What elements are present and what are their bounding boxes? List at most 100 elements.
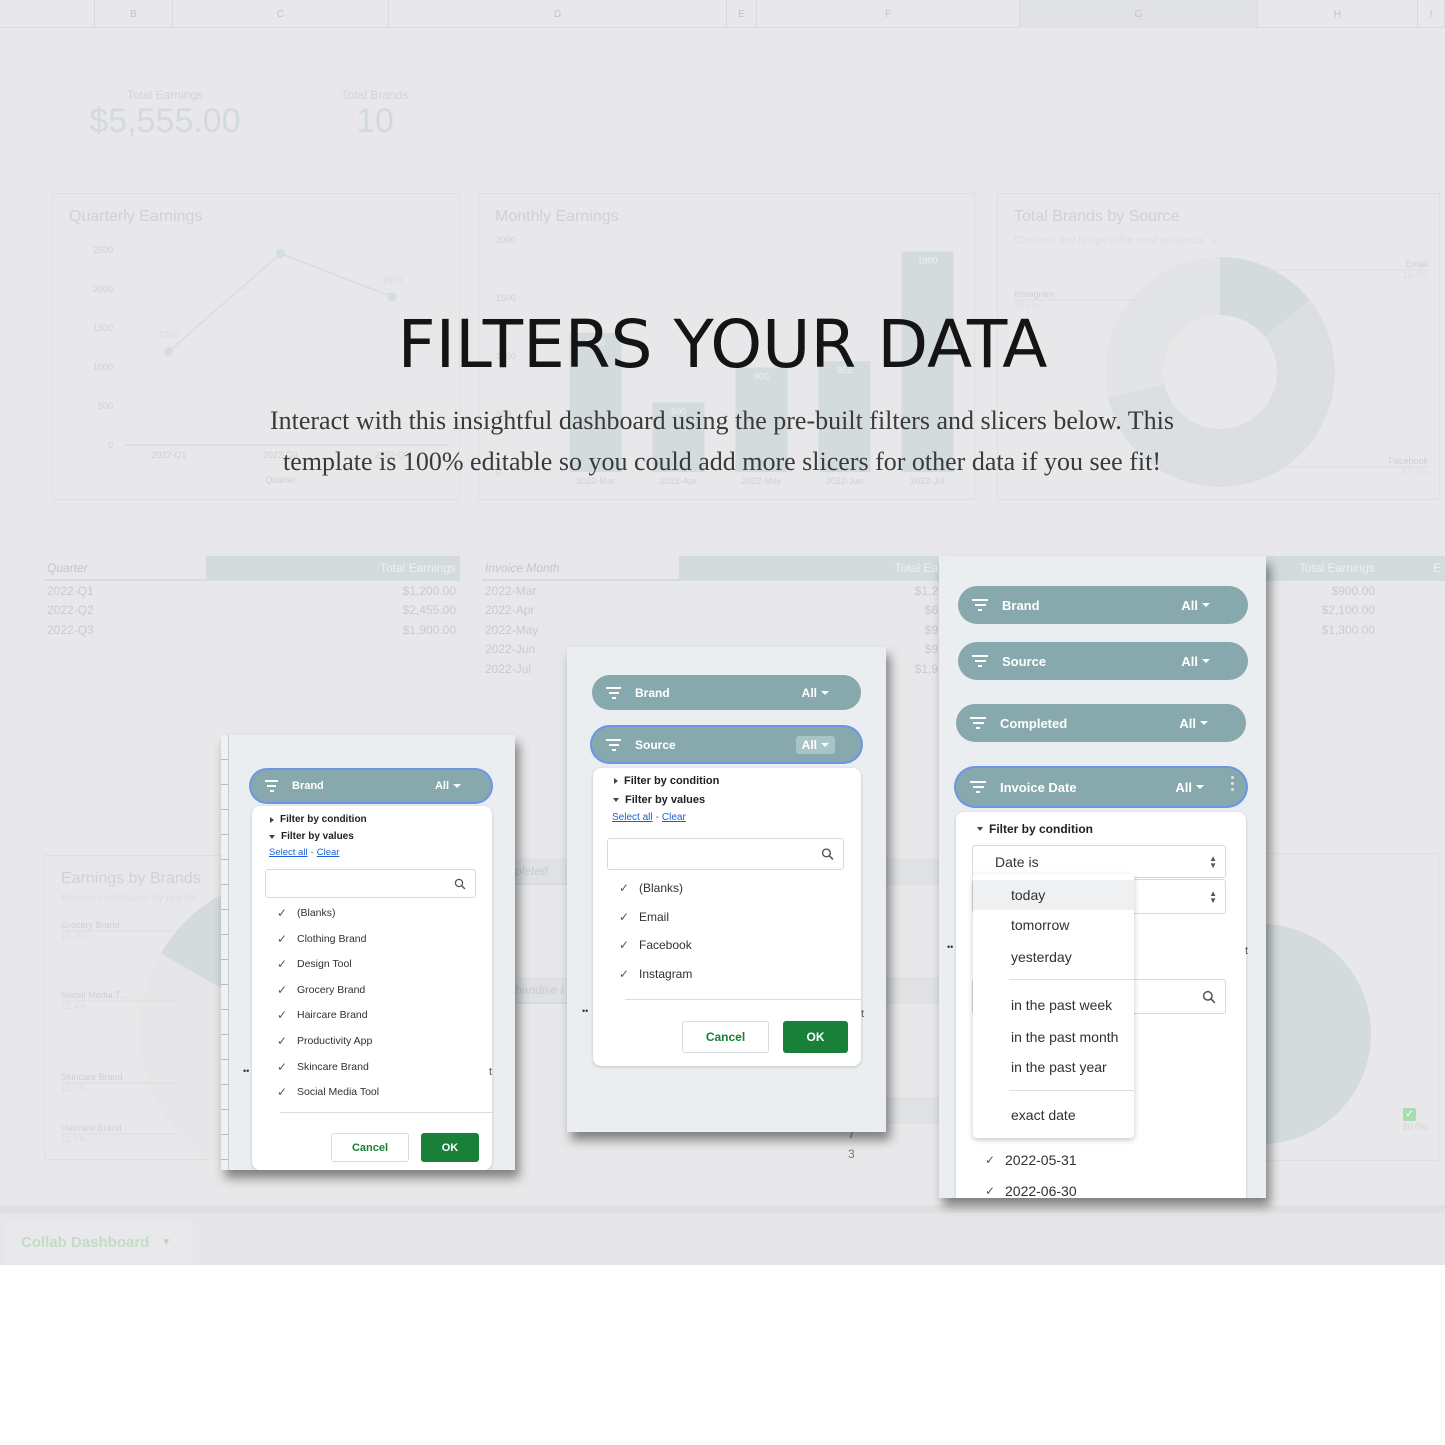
slicer-value-dropdown[interactable]: All <box>796 684 835 702</box>
filter-by-values-toggle[interactable]: Filter by values <box>269 831 354 842</box>
filter-value-item[interactable]: ✓ 2022-05-31 <box>985 1152 1077 1168</box>
header-fragment <box>887 977 939 1004</box>
filter-value-item[interactable]: ✓ Productivity App <box>277 1034 372 1048</box>
filter-value-label: Grocery Brand <box>297 983 366 996</box>
source-slicer[interactable]: Source All <box>592 727 861 762</box>
search-icon <box>821 848 834 860</box>
source-filter-dropdown: Filter by condition Filter by values Sel… <box>593 768 861 1066</box>
condition-option[interactable]: in the past month <box>973 1022 1134 1052</box>
slicer-label: Brand <box>1002 597 1040 613</box>
cancel-button[interactable]: Cancel <box>331 1133 409 1162</box>
kpi-total-earnings: Total Earnings $5,555.00 <box>85 88 245 138</box>
column-header-e[interactable]: E <box>727 0 757 28</box>
column-header-i[interactable]: I <box>1418 0 1445 28</box>
text-fragment: t <box>861 1008 865 1020</box>
cancel-button[interactable]: Cancel <box>682 1021 769 1053</box>
chevron-down-icon[interactable]: ▼ <box>161 1237 171 1248</box>
filter-value-item[interactable]: ✓ Skincare Brand <box>277 1060 369 1074</box>
text-fragment: t <box>489 1066 493 1078</box>
condition-option[interactable]: exact date <box>973 1100 1134 1130</box>
ok-button[interactable]: OK <box>783 1021 848 1053</box>
text-fragment: t <box>1245 945 1249 957</box>
search-input[interactable] <box>607 838 844 870</box>
table-row: 2022-Q2 $2,455.00 <box>44 601 460 621</box>
search-icon <box>454 878 466 889</box>
filter-value-label: (Blanks) <box>297 907 336 919</box>
column-header-f[interactable]: F <box>757 0 1020 28</box>
data-point <box>387 292 397 302</box>
brand-slicer[interactable]: Brand All <box>958 586 1248 624</box>
column-header-h[interactable]: H <box>1258 0 1418 28</box>
resize-handle-icon[interactable]: •• <box>947 942 953 952</box>
filter-icon <box>970 781 986 793</box>
resize-handle-icon[interactable]: •• <box>243 1066 249 1076</box>
brand-slicer[interactable]: Brand All <box>592 675 861 710</box>
clear-link[interactable]: Clear <box>317 847 340 858</box>
ok-button[interactable]: OK <box>421 1133 479 1162</box>
cell-value: 3 <box>848 1147 855 1161</box>
filter-by-condition-toggle[interactable]: Filter by condition <box>270 814 367 825</box>
search-input[interactable] <box>265 869 476 898</box>
checkmark-icon: ✓ <box>619 966 630 981</box>
table-row: 2022-Q1 $1,200.00 <box>44 581 460 601</box>
sheet-tab-collab-dashboard[interactable]: Collab Dashboard ▼ <box>5 1221 193 1263</box>
invoice-date-slicer[interactable]: Invoice Date All <box>956 768 1246 806</box>
source-slicer[interactable]: Source All <box>958 642 1248 680</box>
filter-value-item[interactable]: ✓ Email <box>619 910 669 924</box>
column-header-d[interactable]: D <box>389 0 727 28</box>
select-all-link[interactable]: Select all <box>612 812 653 823</box>
filter-by-condition-toggle[interactable]: Filter by condition <box>977 822 1093 836</box>
filter-value-item[interactable]: ✓ (Blanks) <box>619 881 683 895</box>
condition-option[interactable]: in the past week <box>973 990 1134 1020</box>
intro-text: Interact with this insightful dashboard … <box>269 406 1175 476</box>
slicer-value-dropdown[interactable]: All <box>1175 596 1216 615</box>
filter-value-item[interactable]: ✓ Facebook <box>619 938 692 952</box>
column-header-b[interactable]: B <box>95 0 173 28</box>
checkmark-icon: ✓ <box>277 906 288 920</box>
slicer-value-dropdown[interactable]: All <box>429 778 467 794</box>
filter-by-values-toggle[interactable]: Filter by values <box>613 794 705 806</box>
row-ruler <box>221 735 229 1170</box>
data-point <box>276 249 285 259</box>
slicer-value: All <box>1181 597 1198 613</box>
slicer-value-dropdown[interactable]: All <box>1173 714 1214 733</box>
condition-option[interactable]: today <box>973 880 1134 910</box>
column-header-c[interactable]: C <box>173 0 389 28</box>
caret-down-icon <box>821 690 829 695</box>
filter-value-item[interactable]: ✓ Haircare Brand <box>277 1008 368 1022</box>
completed-header-fragment: pleted <box>515 858 567 885</box>
filter-value-item[interactable]: ✓ Instagram <box>619 967 692 981</box>
completed-slicer[interactable]: Completed All <box>956 704 1246 742</box>
table-row: 2022-Mar $1,2 <box>482 581 942 601</box>
filter-value-item[interactable]: ✓ Design Tool <box>277 957 352 971</box>
checkmark-icon: ✓ <box>619 938 630 952</box>
slicer-value-dropdown[interactable]: All <box>795 735 835 754</box>
filter-value-label: 2022-05-31 <box>1005 1152 1077 1168</box>
slicer-label: Source <box>1002 653 1047 669</box>
filter-value-item[interactable]: ✓ Social Media Tool <box>277 1085 379 1099</box>
filter-value-label: Clothing Brand <box>297 932 367 945</box>
filter-value-item[interactable]: ✓ 2022-06-30 <box>985 1183 1077 1198</box>
condition-option[interactable]: tomorrow <box>973 910 1134 940</box>
condition-option[interactable]: in the past year <box>973 1052 1134 1082</box>
slicer-value-dropdown[interactable]: All <box>1175 652 1216 671</box>
brand-slicer[interactable]: Brand All <box>251 770 491 802</box>
filter-value-item[interactable]: ✓ Clothing Brand <box>277 932 366 946</box>
clear-link[interactable]: Clear <box>662 812 686 823</box>
filter-value-item[interactable]: ✓ (Blanks) <box>277 906 336 920</box>
slicer-value-dropdown[interactable]: All <box>1169 778 1210 797</box>
header-fragment <box>887 858 939 885</box>
slicer-value: All <box>1181 653 1198 669</box>
filter-value-item[interactable]: ✓ Grocery Brand <box>277 983 365 997</box>
checkmark-icon: ✓ <box>277 1008 288 1023</box>
checkmark-icon: ✓ <box>277 1034 288 1048</box>
cell: $1,2 <box>914 583 938 598</box>
column-header[interactable] <box>0 0 95 28</box>
more-options-icon[interactable] <box>1231 776 1234 791</box>
legend-label: Grocery Brand <box>61 920 120 930</box>
condition-option[interactable]: yesterday <box>973 942 1134 972</box>
filter-by-condition-toggle[interactable]: Filter by condition <box>614 775 719 787</box>
resize-handle-icon[interactable]: •• <box>582 1006 588 1016</box>
select-all-link[interactable]: Select all <box>269 847 308 858</box>
column-header-g[interactable]: G <box>1020 0 1258 28</box>
